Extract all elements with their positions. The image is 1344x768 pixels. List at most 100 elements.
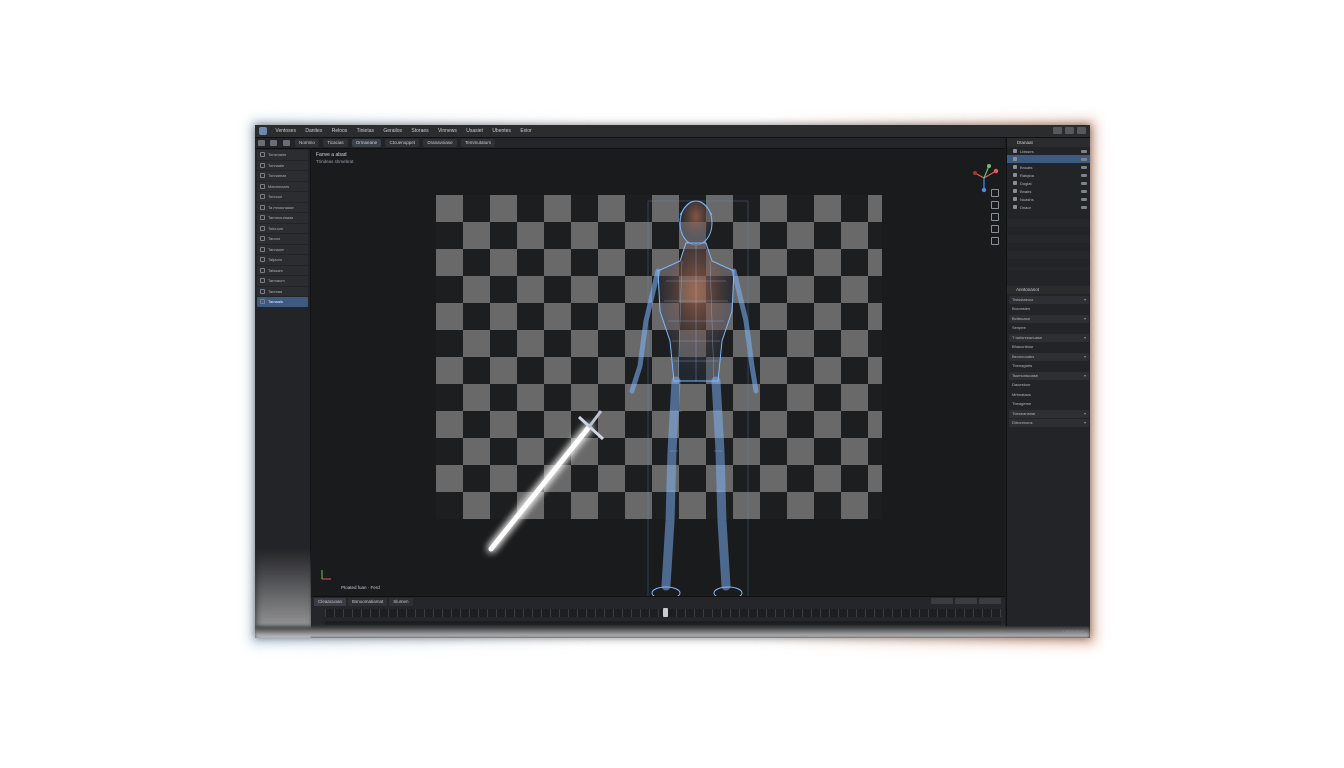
- visibility-icon[interactable]: [1081, 173, 1087, 177]
- property-row[interactable]: Bnroesten: [1009, 305, 1089, 313]
- select-mode-icon[interactable]: [258, 140, 265, 146]
- menu-item[interactable]: Storaes: [407, 125, 432, 137]
- property-row[interactable]: Mrbnataos: [1009, 391, 1089, 399]
- chevron-down-icon[interactable]: ▾: [1084, 372, 1086, 380]
- menu-item[interactable]: Danitex: [301, 125, 326, 137]
- tool-label: Tonnamas: [268, 173, 287, 179]
- tool-item[interactable]: Tatjaom: [257, 255, 308, 265]
- outliner-list: Lbisses Bnuats Ratqtoa Doglat Bnairs Nuashs Dn…: [1007, 147, 1090, 211]
- frame-end-field[interactable]: [955, 598, 977, 604]
- outliner-item[interactable]: Nuashs: [1007, 195, 1090, 203]
- chevron-down-icon[interactable]: ▾: [1084, 410, 1086, 418]
- property-row[interactable]: Bhacunitour: [1009, 343, 1089, 351]
- property-row[interactable]: T tartsreeanuase ▾: [1009, 333, 1089, 342]
- toolbar-button[interactable]: Ctcuenoppet: [385, 139, 419, 147]
- menu-item[interactable]: Ubentes: [488, 125, 515, 137]
- menu-item[interactable]: Tinietas: [353, 125, 378, 137]
- visibility-icon[interactable]: [1081, 197, 1087, 201]
- minimize-icon[interactable]: [1053, 127, 1062, 134]
- snap-icon[interactable]: [282, 140, 290, 146]
- visibility-icon[interactable]: [1081, 189, 1087, 193]
- property-row[interactable]: Tbenagarts: [1009, 362, 1089, 370]
- menu-item[interactable]: Gerailos: [379, 125, 406, 137]
- menu-item[interactable]: Reloos: [328, 125, 352, 137]
- outliner-item[interactable]: Bnairs: [1007, 187, 1090, 195]
- timeline-scrollbar[interactable]: [325, 621, 1001, 625]
- camera-icon[interactable]: [991, 213, 999, 221]
- timeline-tab[interactable]: Bsnoomatiamat: [348, 598, 388, 606]
- tool-item[interactable]: Maonmaors: [257, 181, 308, 191]
- chevron-down-icon[interactable]: ▾: [1084, 315, 1086, 323]
- tool-item[interactable]: Tamaais: [257, 297, 308, 307]
- app-logo-icon[interactable]: [259, 127, 267, 135]
- property-row[interactable]: Tsumuntuoase ▾: [1009, 371, 1089, 380]
- toolbar-button[interactable]: Temmutatum: [461, 139, 496, 147]
- chevron-down-icon[interactable]: ▾: [1084, 353, 1086, 361]
- outliner-item[interactable]: [1007, 155, 1090, 163]
- property-label: Tbeseansbar: [1012, 410, 1036, 416]
- tool-item[interactable]: Tonsmaire: [257, 150, 308, 160]
- property-row[interactable]: Becnnoodes ▾: [1009, 352, 1089, 361]
- tool-icon: [260, 288, 265, 294]
- pan-icon[interactable]: [991, 201, 999, 209]
- tool-icon: [260, 173, 265, 179]
- outliner-item[interactable]: Ratqtoa: [1007, 171, 1090, 179]
- tool-item[interactable]: Tanmaa: [257, 286, 308, 296]
- visibility-icon[interactable]: [1081, 157, 1087, 161]
- close-icon[interactable]: [1077, 127, 1086, 134]
- tool-item[interactable]: Tonnuut: [257, 192, 308, 202]
- chevron-down-icon[interactable]: ▾: [1084, 419, 1086, 427]
- 3d-viewport[interactable]: Fanve a abad Trindeas shmebrat Ptoated f…: [311, 149, 1005, 596]
- visibility-icon[interactable]: [1081, 165, 1087, 169]
- property-row[interactable]: Tistsstaeuur ▾: [1009, 295, 1089, 304]
- playback-options[interactable]: [979, 598, 1001, 604]
- grid-icon[interactable]: [991, 237, 999, 245]
- zoom-icon[interactable]: [991, 189, 999, 197]
- tool-item[interactable]: Tarmaum: [257, 276, 308, 286]
- menu-item[interactable]: Usasiet: [462, 125, 487, 137]
- playhead[interactable]: [663, 608, 668, 617]
- ortho-toggle-icon[interactable]: [991, 225, 999, 233]
- outliner-item[interactable]: Bnuats: [1007, 163, 1090, 171]
- outliner-item[interactable]: Doglat: [1007, 179, 1090, 187]
- property-row[interactable]: Daoestoor: [1009, 381, 1089, 389]
- tool-item[interactable]: Tonnaaie: [257, 160, 308, 170]
- menu-item[interactable]: Vinnews: [434, 125, 461, 137]
- visibility-icon[interactable]: [1081, 205, 1087, 209]
- tool-label: Toinuum: [268, 225, 284, 231]
- property-row[interactable]: Senpee: [1009, 324, 1089, 332]
- glowing-sword[interactable]: [461, 399, 621, 579]
- property-row[interactable]: Tbeagerse: [1009, 400, 1089, 408]
- transform-icon[interactable]: [270, 140, 278, 146]
- chevron-down-icon[interactable]: ▾: [1084, 334, 1086, 342]
- tool-item[interactable]: Ta mnounaaon: [257, 202, 308, 212]
- property-label: Bhacunitour: [1012, 344, 1034, 349]
- tool-item[interactable]: Tannaom: [257, 244, 308, 254]
- property-row[interactable]: Bctteuaon ▾: [1009, 314, 1089, 323]
- tool-label: Tannaom: [268, 246, 285, 252]
- visibility-icon[interactable]: [1081, 149, 1087, 153]
- toolbar-button[interactable]: Drmaeane: [352, 139, 382, 147]
- chevron-down-icon[interactable]: ▾: [1084, 296, 1086, 304]
- toolbar-button[interactable]: Nommo: [295, 139, 319, 147]
- outliner-item[interactable]: Lbisses: [1007, 147, 1090, 155]
- property-row[interactable]: Tbeseansbar ▾: [1009, 409, 1089, 418]
- tool-item[interactable]: Tarmnoumaas: [257, 213, 308, 223]
- frame-start-field[interactable]: [931, 598, 953, 604]
- properties-title: Anntonanot: [1007, 286, 1090, 294]
- timeline-tab[interactable]: Slumen: [389, 598, 413, 606]
- tool-item[interactable]: Toinuum: [257, 223, 308, 233]
- toolbar-button[interactable]: Ticacias: [323, 139, 348, 147]
- tool-item[interactable]: Tanoor: [257, 234, 308, 244]
- toolbar-button[interactable]: Dranavoiase: [423, 139, 457, 147]
- tool-item[interactable]: Tatssam: [257, 265, 308, 275]
- menu-item[interactable]: Exior: [516, 125, 535, 137]
- outliner-item[interactable]: Dnaor: [1007, 203, 1090, 211]
- maximize-icon[interactable]: [1065, 127, 1074, 134]
- menu-item[interactable]: Ventoses: [271, 125, 300, 137]
- property-row[interactable]: Ditronmons ▾: [1009, 419, 1089, 427]
- timeline-tab[interactable]: Cleaacuoan: [314, 598, 347, 606]
- property-label: Ditronmons: [1012, 420, 1033, 425]
- tool-item[interactable]: Tonnamas: [257, 171, 308, 181]
- visibility-icon[interactable]: [1081, 181, 1087, 185]
